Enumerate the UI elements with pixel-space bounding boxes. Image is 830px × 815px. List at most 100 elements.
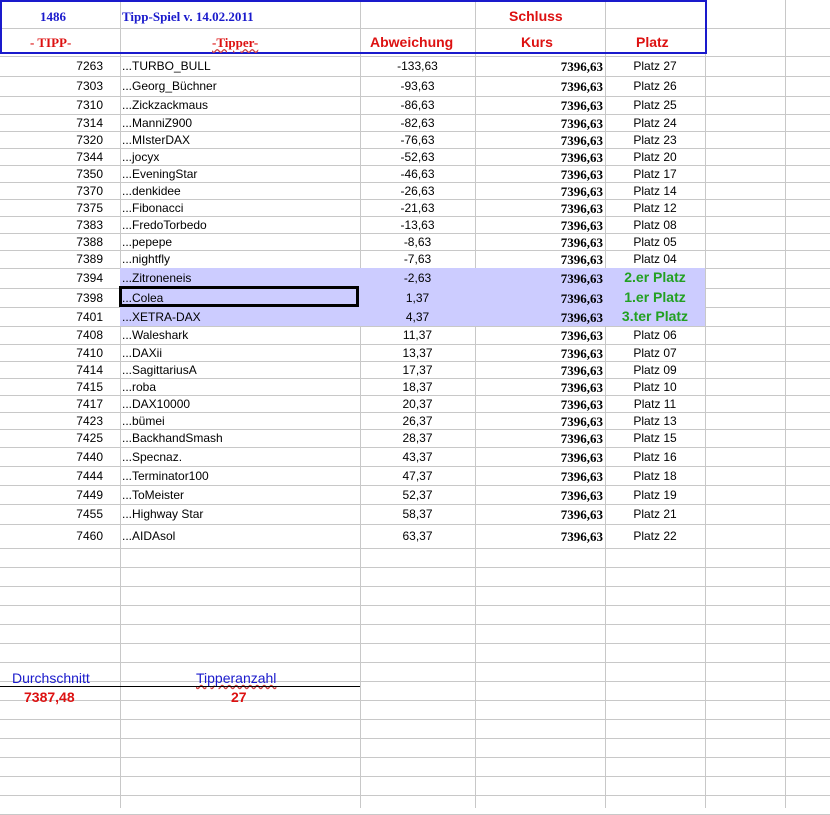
- deviation-value[interactable]: -21,63: [360, 202, 475, 214]
- tipp-value[interactable]: 7408: [76, 329, 103, 341]
- tipp-value[interactable]: 7263: [76, 60, 103, 72]
- deviation-value[interactable]: -46,63: [360, 168, 475, 180]
- deviation-value[interactable]: 47,37: [360, 470, 475, 482]
- tipper-name[interactable]: ...ToMeister: [122, 489, 184, 501]
- rank-value[interactable]: Platz 22: [605, 530, 705, 542]
- rank-value[interactable]: 2.er Platz: [605, 270, 705, 284]
- tipper-name[interactable]: ...denkidee: [122, 185, 181, 197]
- tipp-value[interactable]: 7394: [76, 272, 103, 284]
- deviation-value[interactable]: -26,63: [360, 185, 475, 197]
- tipper-name[interactable]: ...bümei: [122, 415, 165, 427]
- tipp-value[interactable]: 7460: [76, 530, 103, 542]
- rank-value[interactable]: Platz 07: [605, 347, 705, 359]
- closing-price[interactable]: 7396,63: [561, 508, 603, 521]
- closing-price[interactable]: 7396,63: [561, 292, 603, 305]
- rank-value[interactable]: Platz 24: [605, 117, 705, 129]
- tipper-name[interactable]: ...pepepe: [122, 236, 172, 248]
- tipp-value[interactable]: 7449: [76, 489, 103, 501]
- deviation-value[interactable]: -52,63: [360, 151, 475, 163]
- tipper-name[interactable]: ...Highway Star: [122, 508, 203, 520]
- tipper-name[interactable]: ...EveningStar: [122, 168, 197, 180]
- tipper-name[interactable]: ...BackhandSmash: [122, 432, 223, 444]
- tipper-name[interactable]: ...Georg_Büchner: [122, 80, 217, 92]
- rank-value[interactable]: Platz 04: [605, 253, 705, 265]
- closing-price[interactable]: 7396,63: [561, 272, 603, 285]
- tipper-name[interactable]: ...TURBO_BULL: [122, 60, 211, 72]
- tipp-value[interactable]: 7425: [76, 432, 103, 444]
- closing-price[interactable]: 7396,63: [561, 185, 603, 198]
- tipp-value[interactable]: 7423: [76, 415, 103, 427]
- rank-value[interactable]: Platz 18: [605, 470, 705, 482]
- deviation-value[interactable]: -76,63: [360, 134, 475, 146]
- deviation-value[interactable]: -86,63: [360, 99, 475, 111]
- deviation-value[interactable]: 26,37: [360, 415, 475, 427]
- closing-price[interactable]: 7396,63: [561, 489, 603, 502]
- rank-value[interactable]: Platz 14: [605, 185, 705, 197]
- rank-value[interactable]: 3.ter Platz: [605, 309, 705, 323]
- rank-value[interactable]: Platz 15: [605, 432, 705, 444]
- deviation-value[interactable]: -82,63: [360, 117, 475, 129]
- closing-price[interactable]: 7396,63: [561, 364, 603, 377]
- rank-value[interactable]: Platz 19: [605, 489, 705, 501]
- rank-value[interactable]: Platz 10: [605, 381, 705, 393]
- tipper-name[interactable]: ...MIsterDAX: [122, 134, 190, 146]
- tipp-value[interactable]: 7398: [76, 292, 103, 304]
- closing-price[interactable]: 7396,63: [561, 451, 603, 464]
- rank-value[interactable]: Platz 06: [605, 329, 705, 341]
- rank-value[interactable]: Platz 20: [605, 151, 705, 163]
- tipp-value[interactable]: 7414: [76, 364, 103, 376]
- tipper-name[interactable]: ...SagittariusA: [122, 364, 197, 376]
- tipper-name[interactable]: ...Zitroneneis: [122, 272, 191, 284]
- tipp-value[interactable]: 7444: [76, 470, 103, 482]
- closing-price[interactable]: 7396,63: [561, 381, 603, 394]
- deviation-value[interactable]: -13,63: [360, 219, 475, 231]
- deviation-value[interactable]: 58,37: [360, 508, 475, 520]
- tipp-value[interactable]: 7389: [76, 253, 103, 265]
- tipper-name[interactable]: ...Waleshark: [122, 329, 188, 341]
- rank-value[interactable]: Platz 23: [605, 134, 705, 146]
- rank-value[interactable]: 1.er Platz: [605, 290, 705, 304]
- deviation-value[interactable]: -93,63: [360, 80, 475, 92]
- tipp-value[interactable]: 7370: [76, 185, 103, 197]
- closing-price[interactable]: 7396,63: [561, 398, 603, 411]
- deviation-value[interactable]: -133,63: [360, 60, 475, 72]
- rank-value[interactable]: Platz 11: [605, 398, 705, 410]
- deviation-value[interactable]: -8,63: [360, 236, 475, 248]
- closing-price[interactable]: 7396,63: [561, 347, 603, 360]
- closing-price[interactable]: 7396,63: [561, 202, 603, 215]
- closing-price[interactable]: 7396,63: [561, 151, 603, 164]
- tipp-value[interactable]: 7375: [76, 202, 103, 214]
- rank-value[interactable]: Platz 21: [605, 508, 705, 520]
- tipp-value[interactable]: 7303: [76, 80, 103, 92]
- closing-price[interactable]: 7396,63: [561, 329, 603, 342]
- tipper-name[interactable]: ...FredoTorbedo: [122, 219, 207, 231]
- closing-price[interactable]: 7396,63: [561, 253, 603, 266]
- rank-value[interactable]: Platz 05: [605, 236, 705, 248]
- tipp-value[interactable]: 7455: [76, 508, 103, 520]
- deviation-value[interactable]: 13,37: [360, 347, 475, 359]
- tipp-value[interactable]: 7310: [76, 99, 103, 111]
- closing-price[interactable]: 7396,63: [561, 415, 603, 428]
- tipper-name[interactable]: ...Terminator100: [122, 470, 209, 482]
- rank-value[interactable]: Platz 25: [605, 99, 705, 111]
- tipper-name[interactable]: ...DAXii: [122, 347, 162, 359]
- rank-value[interactable]: Platz 26: [605, 80, 705, 92]
- closing-price[interactable]: 7396,63: [561, 99, 603, 112]
- rank-value[interactable]: Platz 27: [605, 60, 705, 72]
- closing-price[interactable]: 7396,63: [561, 432, 603, 445]
- closing-price[interactable]: 7396,63: [561, 219, 603, 232]
- tipp-value[interactable]: 7344: [76, 151, 103, 163]
- rank-value[interactable]: Platz 09: [605, 364, 705, 376]
- deviation-value[interactable]: 4,37: [360, 311, 475, 323]
- deviation-value[interactable]: 1,37: [360, 292, 475, 304]
- rank-value[interactable]: Platz 17: [605, 168, 705, 180]
- deviation-value[interactable]: 18,37: [360, 381, 475, 393]
- closing-price[interactable]: 7396,63: [561, 60, 603, 73]
- deviation-value[interactable]: 43,37: [360, 451, 475, 463]
- deviation-value[interactable]: 20,37: [360, 398, 475, 410]
- tipp-value[interactable]: 7350: [76, 168, 103, 180]
- tipper-name[interactable]: ...Fibonacci: [122, 202, 183, 214]
- tipper-name[interactable]: ...roba: [122, 381, 156, 393]
- tipper-name[interactable]: ...Specnaz.: [122, 451, 182, 463]
- tipp-value[interactable]: 7415: [76, 381, 103, 393]
